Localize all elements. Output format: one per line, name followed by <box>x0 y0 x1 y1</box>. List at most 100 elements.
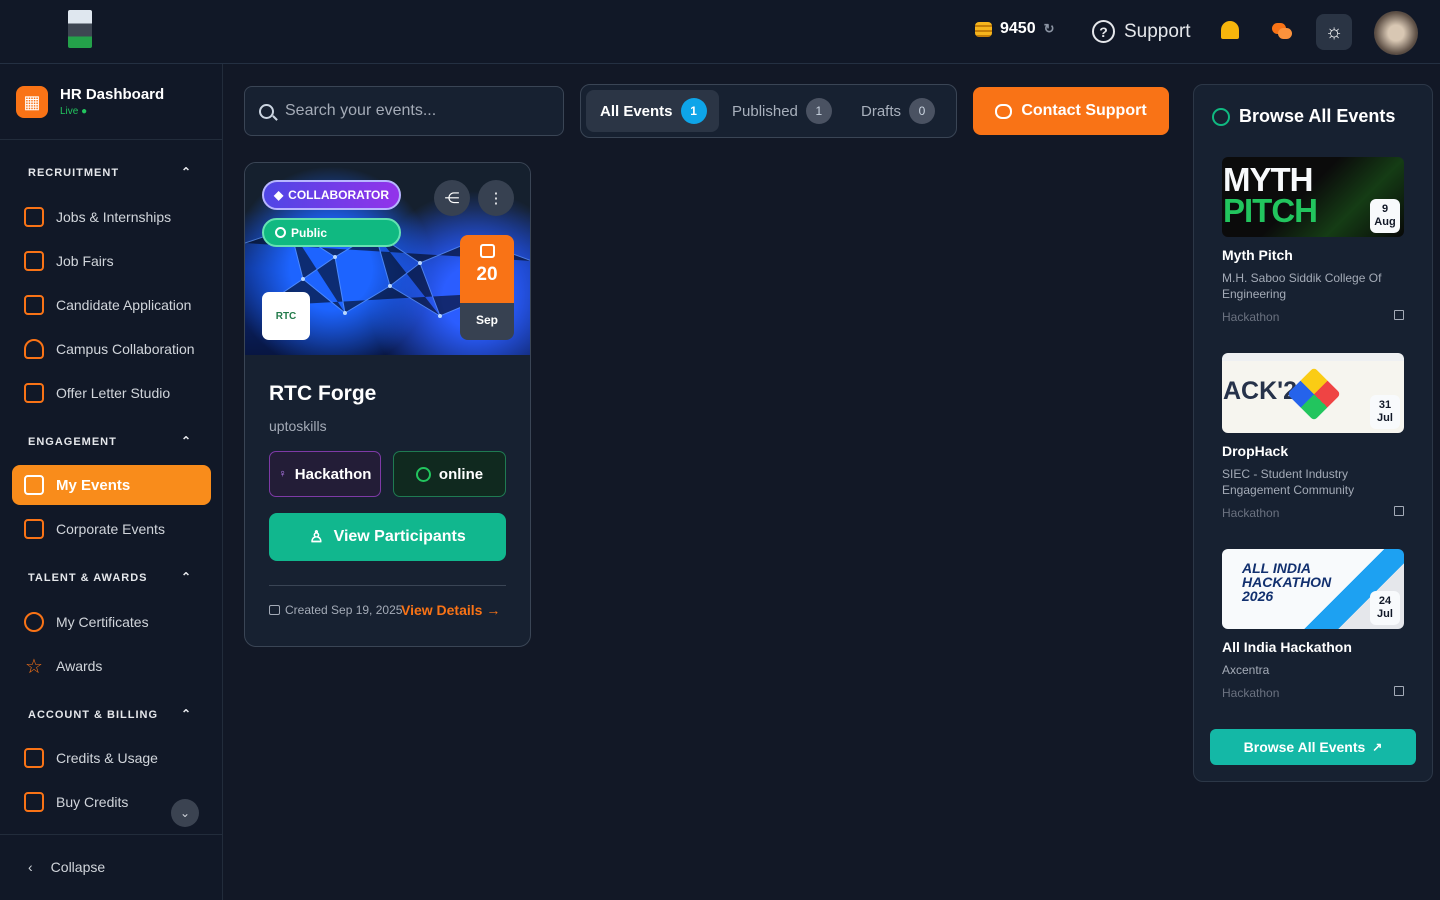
panel-title: Browse All Events <box>1212 106 1395 127</box>
event-title[interactable]: RTC Forge <box>269 382 376 406</box>
share-icon: ⋲ <box>444 190 460 207</box>
tab-published[interactable]: Published 1 <box>718 90 838 132</box>
globe-icon <box>275 227 286 238</box>
event-organizer: SIEC - Student Industry Engagement Commu… <box>1222 467 1355 497</box>
messages-icon[interactable] <box>1272 23 1292 39</box>
divider <box>269 585 506 586</box>
credit-card-icon <box>24 748 44 768</box>
calendar-icon <box>479 244 495 258</box>
refresh-icon[interactable]: ↻ <box>1044 21 1055 37</box>
event-banner-image: ◆ COLLABORATOR Public ⋲ ⋮ 20 Sep RTC <box>245 163 530 355</box>
event-type: Hackathon <box>1222 310 1404 324</box>
document-icon <box>24 295 44 315</box>
notification-bell-icon[interactable] <box>1221 21 1239 39</box>
document-icon <box>24 383 44 403</box>
more-options-button[interactable]: ⋮ <box>478 180 514 216</box>
star-icon: ☆ <box>25 655 43 678</box>
sidebar-item-campus-collaboration[interactable]: Campus Collaboration <box>12 329 211 369</box>
event-month: Sep <box>460 303 514 340</box>
briefcase-icon <box>24 207 44 227</box>
event-thumbnail: ACK'26 31 Jul <box>1222 353 1404 433</box>
dashboard-brand: ▦ HR Dashboard Live ● <box>16 86 206 120</box>
sidebar-item-credits-usage[interactable]: Credits & Usage <box>12 738 211 778</box>
sidebar-item-job-fairs[interactable]: Job Fairs <box>12 241 211 281</box>
collaborator-badge: ◆ COLLABORATOR <box>262 180 401 210</box>
contact-support-button[interactable]: Contact Support <box>973 87 1169 135</box>
tab-drafts[interactable]: Drafts 0 <box>847 90 947 132</box>
external-link-icon: ↗ <box>1372 740 1383 754</box>
event-date-chip: 31 Jul <box>1370 395 1400 429</box>
event-search[interactable] <box>244 86 564 136</box>
event-day: 20 <box>476 264 498 285</box>
top-navbar: 9450 ↻ ? Support ☼ <box>0 0 1440 64</box>
created-date: Created Sep 19, 2025 <box>269 603 402 617</box>
sidebar-item-candidate-application[interactable]: Candidate Application <box>12 285 211 325</box>
event-organizer: M.H. Saboo Siddik College Of Engineering <box>1222 271 1382 301</box>
block-graphic <box>1287 367 1341 421</box>
sidebar: ▦ HR Dashboard Live ● RECRUITMENT ⌃ Jobs … <box>0 64 223 900</box>
certificate-icon <box>24 612 44 632</box>
coin-icon <box>975 21 992 37</box>
section-recruitment[interactable]: RECRUITMENT ⌃ <box>28 165 198 179</box>
help-icon: ? <box>1092 20 1115 43</box>
chevron-up-icon: ⌃ <box>180 570 192 584</box>
share-button[interactable]: ⋲ <box>434 180 470 216</box>
chevron-up-icon: ⌃ <box>180 165 192 179</box>
calendar-icon <box>24 251 44 271</box>
section-account-billing[interactable]: ACCOUNT & BILLING ⌃ <box>28 707 198 721</box>
browse-events-panel: Browse All Events MYTH PITCH 9 Aug Myth Pi… <box>1193 84 1433 782</box>
event-list-item[interactable]: ALL INDIA HACKATHON 2026 24 Jul All India H… <box>1222 549 1404 700</box>
app-logo[interactable] <box>68 10 92 48</box>
event-name: All India Hackathon <box>1222 639 1352 655</box>
calendar-icon <box>24 475 44 495</box>
event-thumbnail: MYTH PITCH 9 Aug <box>1222 157 1404 237</box>
credit-count: 9450 <box>1000 20 1036 37</box>
external-link-icon[interactable] <box>1394 506 1404 516</box>
support-button[interactable]: ? Support <box>1092 20 1191 43</box>
scroll-down-button[interactable]: ⌄ <box>171 799 199 827</box>
count-badge: 1 <box>805 98 832 124</box>
section-talent-awards[interactable]: TALENT & AWARDS ⌃ <box>28 570 198 584</box>
users-icon <box>24 339 44 359</box>
globe-icon <box>415 466 431 482</box>
event-type: Hackathon <box>1222 686 1404 700</box>
live-status: Live ● <box>60 106 88 117</box>
sidebar-item-offer-letter-studio[interactable]: Offer Letter Studio <box>12 373 211 413</box>
external-link-icon[interactable] <box>1394 310 1404 320</box>
sidebar-item-my-certificates[interactable]: My Certificates <box>12 602 211 642</box>
public-badge: Public <box>262 218 401 247</box>
event-list-item[interactable]: MYTH PITCH 9 Aug Myth Pitch M.H. Saboo Sid… <box>1222 157 1404 324</box>
event-list-item[interactable]: ACK'26 31 Jul DropHack SIEC - Student Ind… <box>1222 353 1404 520</box>
count-badge: 1 <box>680 98 707 124</box>
event-date-chip: 9 Aug <box>1370 199 1400 233</box>
view-participants-button[interactable]: ♙ View Participants <box>269 513 506 561</box>
count-badge: 0 <box>909 98 936 124</box>
section-engagement[interactable]: ENGAGEMENT ⌃ <box>28 434 198 448</box>
theme-toggle-sun-icon[interactable]: ☼ <box>1316 14 1352 50</box>
organizer-logo: RTC <box>262 292 310 340</box>
event-thumbnail: ALL INDIA HACKATHON 2026 24 Jul <box>1222 549 1404 629</box>
credit-balance[interactable]: 9450 ↻ <box>975 20 1055 38</box>
view-details-link[interactable]: View Details → <box>401 602 500 618</box>
sidebar-item-my-events[interactable]: My Events <box>12 465 211 505</box>
calendar-icon <box>269 605 280 615</box>
sidebar-item-corporate-events[interactable]: Corporate Events <box>12 509 211 549</box>
chevron-up-icon: ⌃ <box>180 434 192 448</box>
event-mode-tag: online <box>393 451 506 497</box>
user-avatar[interactable] <box>1374 11 1418 55</box>
brand-title: HR Dashboard <box>60 86 165 103</box>
support-label: Support <box>1124 20 1191 42</box>
external-link-icon[interactable] <box>1394 686 1404 696</box>
search-icon <box>259 103 274 119</box>
event-card[interactable]: ◆ COLLABORATOR Public ⋲ ⋮ 20 Sep RTC RTC … <box>244 162 531 647</box>
chevron-left-icon: ‹ <box>28 859 33 875</box>
search-input[interactable] <box>285 102 535 120</box>
handshake-icon: ◆ <box>273 188 284 202</box>
browse-all-events-button[interactable]: Browse All Events ↗ <box>1210 729 1416 765</box>
dashboard-icon: ▦ <box>16 86 48 118</box>
sidebar-item-awards[interactable]: ☆ Awards <box>12 646 211 686</box>
chevron-up-icon: ⌃ <box>180 707 192 721</box>
sidebar-item-jobs[interactable]: Jobs & Internships <box>12 197 211 237</box>
tab-all-events[interactable]: All Events 1 <box>586 90 719 132</box>
collapse-sidebar-button[interactable]: ‹ Collapse <box>28 859 105 875</box>
